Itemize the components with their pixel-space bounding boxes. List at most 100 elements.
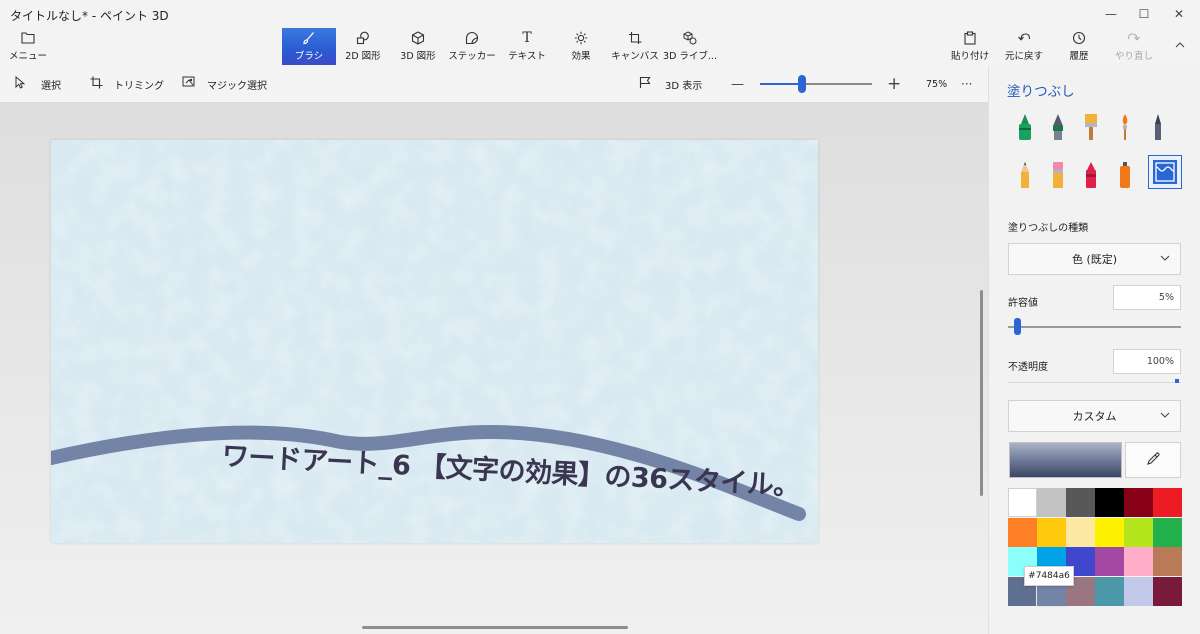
minimize-button[interactable]: — <box>1094 0 1128 28</box>
cube-icon <box>411 31 425 47</box>
eyedropper-icon <box>1146 452 1160 469</box>
flag-icon <box>639 76 652 93</box>
crop-label: トリミング <box>114 80 164 92</box>
spray-can-brush[interactable] <box>1110 158 1140 192</box>
opacity-slider-thumb[interactable] <box>1175 379 1179 383</box>
zoom-level[interactable]: 75% <box>926 66 947 102</box>
color-swatch[interactable] <box>1124 547 1153 576</box>
tab-3d-library-label: 3D ライブ... <box>663 51 717 62</box>
horizontal-scrollbar[interactable] <box>362 626 628 629</box>
color-swatch[interactable] <box>1095 576 1124 606</box>
tab-brushes-label: ブラシ <box>294 51 324 62</box>
menu-button[interactable]: メニュー <box>6 28 50 65</box>
tolerance-input[interactable]: 5% <box>1113 285 1181 310</box>
color-swatch[interactable] <box>1124 488 1153 517</box>
chevron-up-icon <box>1174 39 1186 55</box>
magic-select-icon <box>182 76 196 93</box>
maximize-button[interactable]: ☐ <box>1127 0 1161 28</box>
side-panel: 塗りつぶし 塗りつぶしの種類 色 (既定) 許容値 5% 不透明度 100% カ… <box>988 66 1200 634</box>
color-swatch[interactable] <box>1037 488 1066 517</box>
tab-stickers[interactable]: ステッカー <box>448 28 496 65</box>
history-button[interactable]: 履歴 <box>1060 28 1098 65</box>
pixel-pen-icon <box>1155 114 1161 140</box>
zoom-slider-thumb[interactable] <box>798 75 806 93</box>
magic-select-button[interactable]: マジック選択 <box>182 66 267 102</box>
color-mode-dropdown[interactable]: カスタム <box>1008 400 1181 432</box>
select-button[interactable]: 選択 <box>14 66 61 102</box>
crop-icon <box>90 76 103 93</box>
tab-text[interactable]: T テキスト <box>505 28 549 65</box>
tolerance-slider-thumb[interactable] <box>1013 318 1021 335</box>
fill-type-value: 色 (既定) <box>1071 253 1118 266</box>
undo-button[interactable]: 元に戻す <box>1004 28 1044 65</box>
fill-type-dropdown[interactable]: 色 (既定) <box>1008 243 1181 275</box>
brush-icon <box>302 31 316 47</box>
marker-icon <box>1019 114 1031 140</box>
crop-button[interactable]: トリミング <box>90 66 164 102</box>
tab-text-label: テキスト <box>508 51 546 62</box>
color-swatch[interactable] <box>1153 517 1182 547</box>
zoom-slider-fill <box>760 83 802 85</box>
chevron-down-icon <box>1159 252 1171 267</box>
tab-3d-shapes-label: 3D 図形 <box>400 51 436 62</box>
color-swatch[interactable] <box>1095 517 1124 547</box>
undo-label: 元に戻す <box>1004 51 1043 62</box>
tab-effects[interactable]: 効果 <box>560 28 602 65</box>
fill-bucket-brush[interactable] <box>1148 155 1182 189</box>
color-swatch[interactable] <box>1037 517 1066 547</box>
tab-canvas[interactable]: キャンバス <box>611 28 659 65</box>
tab-3d-shapes[interactable]: 3D 図形 <box>395 28 441 65</box>
color-swatch[interactable] <box>1153 488 1182 517</box>
more-options-button[interactable]: ··· <box>961 66 972 102</box>
eraser-brush[interactable] <box>1043 158 1073 192</box>
pencil-brush[interactable] <box>1010 158 1040 192</box>
eyedropper-button[interactable] <box>1125 442 1181 478</box>
folder-icon <box>21 31 35 47</box>
color-swatch[interactable] <box>1066 488 1095 517</box>
tolerance-slider-track[interactable] <box>1008 326 1181 328</box>
zoom-out-button[interactable]: — <box>731 66 744 102</box>
tab-3d-library[interactable]: 3D ライブ... <box>663 28 717 65</box>
redo-icon <box>1127 31 1141 47</box>
tolerance-label: 許容値 <box>1008 298 1038 309</box>
redo-button[interactable]: やり直し <box>1114 28 1154 65</box>
color-swatch[interactable] <box>1008 488 1037 517</box>
color-swatch[interactable] <box>1153 547 1182 576</box>
history-label: 履歴 <box>1069 51 1089 62</box>
watercolor-brush[interactable] <box>1110 110 1140 144</box>
calligraphy-pen-brush[interactable] <box>1043 110 1073 144</box>
main-toolbar: メニュー ブラシ 2D 図形 3D 図形 ステッカー T テキスト 効果 キャン… <box>0 28 1200 66</box>
color-swatch[interactable] <box>1124 517 1153 547</box>
opacity-input[interactable]: 100% <box>1113 349 1181 374</box>
opacity-label: 不透明度 <box>1008 362 1048 373</box>
menu-label: メニュー <box>8 51 47 62</box>
fill-icon <box>1153 160 1177 184</box>
tab-2d-shapes[interactable]: 2D 図形 <box>340 28 386 65</box>
view-3d-button[interactable]: 3D 表示 <box>639 66 702 102</box>
color-swatch[interactable] <box>1008 517 1037 547</box>
select-label: 選択 <box>41 80 61 92</box>
library-3d-icon <box>683 31 697 47</box>
crayon-brush[interactable] <box>1076 158 1106 192</box>
fill-type-label: 塗りつぶしの種類 <box>1008 223 1089 234</box>
paste-button[interactable]: 貼り付け <box>950 28 990 65</box>
color-swatch[interactable] <box>1095 547 1124 576</box>
collapse-toolbar-button[interactable] <box>1168 28 1192 65</box>
close-button[interactable]: ✕ <box>1162 0 1196 28</box>
spray-can-icon <box>1120 162 1130 188</box>
vertical-scrollbar[interactable] <box>980 290 983 496</box>
marker-brush[interactable] <box>1010 110 1040 144</box>
eraser-icon <box>1053 162 1063 188</box>
pixel-pen-brush[interactable] <box>1143 110 1173 144</box>
tab-brushes[interactable]: ブラシ <box>282 28 336 65</box>
color-swatch[interactable] <box>1124 576 1153 606</box>
color-swatch[interactable] <box>1095 488 1124 517</box>
zoom-in-button[interactable]: + <box>887 66 901 102</box>
selected-color-preview <box>1009 442 1122 478</box>
watercolor-icon <box>1122 114 1128 140</box>
color-swatch[interactable] <box>1066 517 1095 547</box>
color-swatch[interactable] <box>1153 576 1182 606</box>
oil-brush[interactable] <box>1076 110 1106 144</box>
tab-effects-label: 効果 <box>571 51 591 62</box>
drawing-canvas[interactable]: ワードアート_6 【文字の効果】の36スタイル。 <box>51 140 818 543</box>
